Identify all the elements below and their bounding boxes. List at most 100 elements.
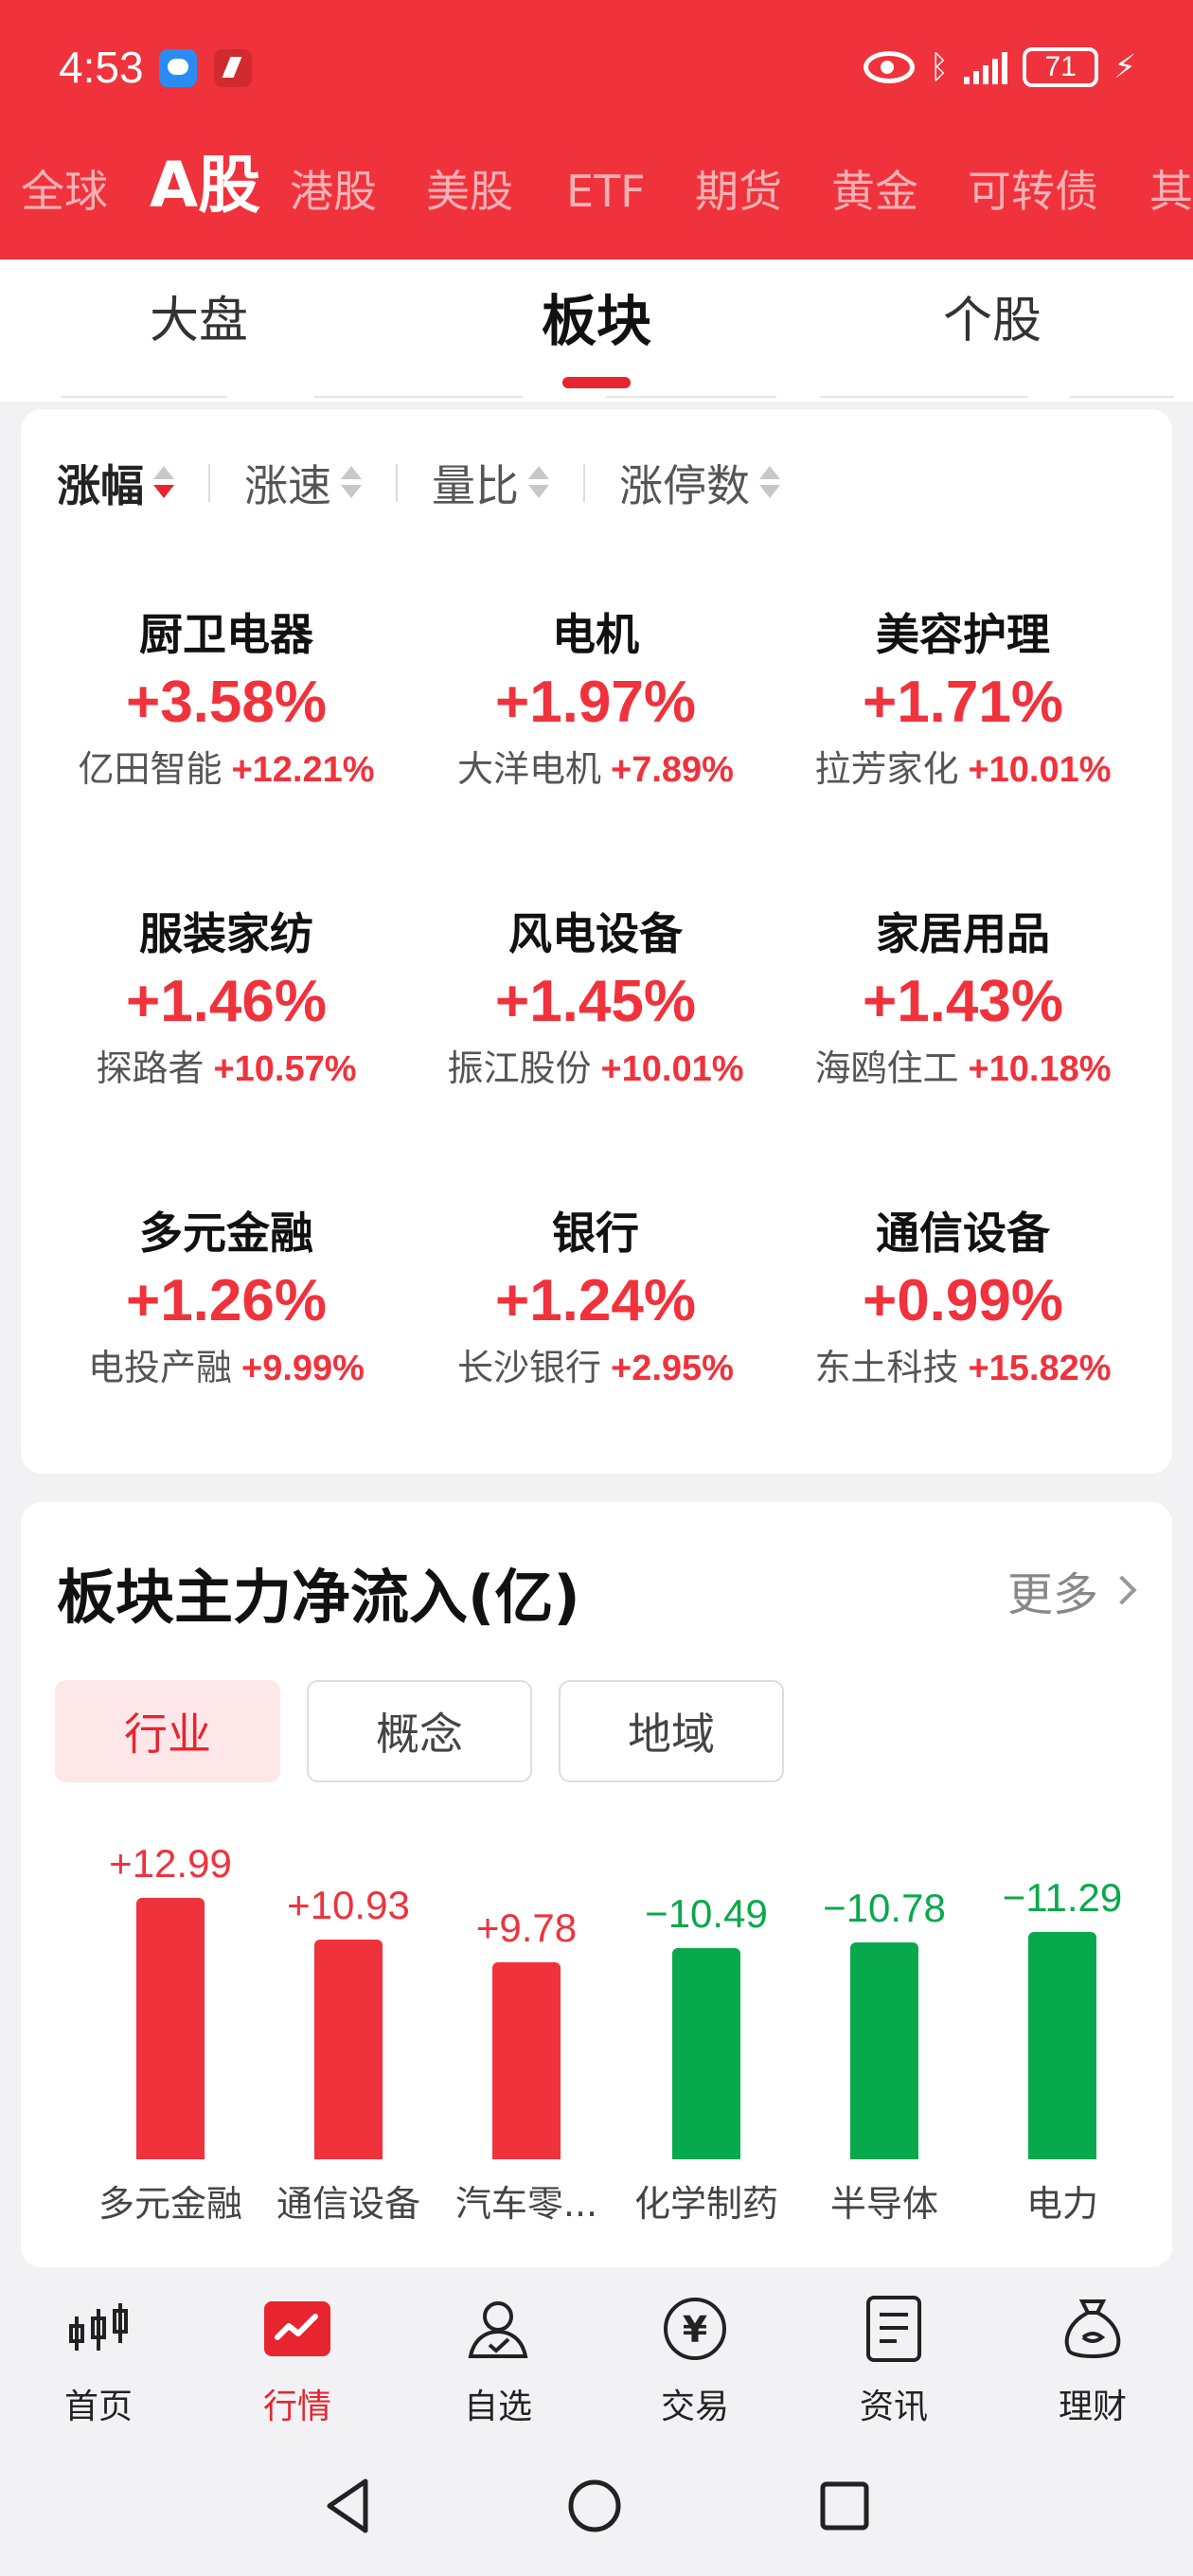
sector-item[interactable]: 美容护理 +1.71% 拉芳家化 +10.01%	[778, 606, 1148, 796]
sort-volume-ratio[interactable]: 量比	[432, 452, 549, 514]
sort-icon	[528, 462, 549, 504]
inflow-bar[interactable]	[314, 1939, 383, 2159]
home-icon[interactable]	[566, 2478, 623, 2534]
document-icon	[861, 2296, 927, 2362]
sort-limit-up[interactable]: 涨停数	[619, 452, 780, 514]
leader-change: +15.82%	[968, 1349, 1112, 1388]
sector-item[interactable]: 通信设备 +0.99% 东土科技 +15.82%	[778, 1205, 1148, 1395]
leader-name: 拉芳家化	[814, 748, 959, 790]
market-chart-icon	[264, 2296, 330, 2362]
inflow-bar[interactable]	[672, 1948, 740, 2159]
tab-global[interactable]: 全球	[21, 152, 108, 231]
leader-name: 亿田智能	[78, 748, 223, 790]
leader-change: +7.89%	[611, 750, 734, 790]
nav-trade[interactable]: ¥ 交易	[610, 2296, 780, 2428]
subtab-sectors[interactable]: 板块	[542, 277, 651, 356]
sector-item[interactable]: 电机 +1.97% 大洋电机 +7.89%	[411, 606, 780, 796]
sort-icon	[341, 462, 362, 504]
sector-change: +3.58%	[125, 670, 327, 735]
signal-icon	[964, 50, 1008, 84]
eye-icon	[863, 51, 915, 83]
subtab-stocks[interactable]: 个股	[943, 280, 1042, 351]
inflow-value-label: +10.93	[287, 1882, 410, 1927]
sector-item[interactable]: 多元金融 +1.26% 电投产融 +9.99%	[42, 1205, 411, 1395]
tab-other[interactable]: 其	[1149, 152, 1193, 231]
subtab-divider	[0, 396, 1193, 398]
nav-news[interactable]: 资讯	[809, 2296, 979, 2428]
system-nav-bar	[0, 2443, 1193, 2576]
sector-leader: 探路者 +10.57%	[42, 1042, 411, 1096]
net-inflow-chart: +12.99 多元金融 +10.93 通信设备 +9.78 汽车零... −10.49 化学制…	[21, 1502, 1172, 2267]
leader-change: +2.95%	[611, 1349, 734, 1388]
leader-name: 海鸥住工	[814, 1047, 959, 1089]
recents-icon[interactable]	[818, 2479, 871, 2532]
nav-watchlist[interactable]: 自选	[413, 2296, 583, 2428]
sector-change: +1.71%	[862, 670, 1063, 735]
tab-convertible[interactable]: 可转债	[968, 152, 1098, 231]
sector-change: +1.45%	[494, 969, 696, 1034]
leader-name: 电投产融	[88, 1347, 233, 1388]
battery-icon: 71	[1023, 47, 1099, 87]
user-check-icon	[465, 2296, 531, 2362]
sector-name: 通信设备	[876, 1208, 1050, 1259]
inflow-value-label: +9.78	[475, 1905, 578, 1951]
sector-item[interactable]: 厨卫电器 +3.58% 亿田智能 +12.21%	[42, 606, 411, 796]
svg-text:¥: ¥	[683, 2309, 707, 2351]
inflow-value-label: −10.78	[823, 1885, 946, 1930]
leader-name: 大洋电机	[457, 748, 602, 790]
status-indicators: ᛒ 71 ⚡	[863, 44, 1136, 91]
tab-etf[interactable]: ETF	[566, 152, 646, 231]
sector-leader: 拉芳家化 +10.01%	[778, 742, 1148, 796]
sector-item[interactable]: 家居用品 +1.43% 海鸥住工 +10.18%	[778, 905, 1148, 1096]
nav-label: 自选	[463, 2388, 532, 2426]
leader-change: +12.21%	[231, 750, 375, 790]
tab-gold[interactable]: 黄金	[831, 152, 918, 231]
sort-bar: 涨幅 涨速 量比 涨停数	[57, 455, 780, 511]
inflow-bar[interactable]	[1028, 1932, 1096, 2159]
leader-name: 探路者	[96, 1047, 205, 1089]
leader-change: +10.01%	[968, 750, 1112, 790]
inflow-category-label: 多元金融	[98, 2183, 242, 2225]
status-bar: 4:53 ᛒ 71 ⚡	[0, 0, 1193, 133]
back-icon[interactable]	[322, 2476, 379, 2536]
sector-change: +0.99%	[862, 1268, 1063, 1333]
tab-us[interactable]: 美股	[426, 152, 513, 231]
money-bag-icon	[1059, 2296, 1126, 2362]
yen-icon: ¥	[662, 2296, 728, 2362]
tab-a-share[interactable]: A股	[150, 152, 260, 225]
divider	[396, 464, 398, 502]
divider	[208, 464, 210, 502]
nav-wealth[interactable]: 理财	[1007, 2296, 1178, 2428]
nav-label: 交易	[660, 2388, 729, 2426]
sector-leader: 长沙银行 +2.95%	[411, 1341, 780, 1395]
inflow-bar[interactable]	[492, 1962, 561, 2159]
sector-name: 多元金融	[139, 1208, 313, 1259]
sector-change: +1.43%	[862, 969, 1063, 1034]
sort-change[interactable]: 涨幅	[57, 452, 174, 514]
nav-home[interactable]: 首页	[13, 2296, 184, 2428]
tab-hk[interactable]: 港股	[290, 152, 377, 231]
bluetooth-icon: ᛒ	[929, 48, 950, 86]
sector-name: 厨卫电器	[139, 609, 313, 660]
sort-speed[interactable]: 涨速	[244, 452, 362, 514]
inflow-category-label: 通信设备	[276, 2183, 420, 2225]
message-app-icon	[159, 49, 197, 87]
sector-name: 家居用品	[876, 908, 1050, 959]
sector-leader: 大洋电机 +7.89%	[411, 742, 780, 796]
sector-item[interactable]: 风电设备 +1.45% 振江股份 +10.01%	[411, 905, 780, 1096]
leader-name: 东土科技	[814, 1347, 959, 1388]
inflow-category-label: 汽车零...	[454, 2183, 598, 2225]
inflow-bar[interactable]	[850, 1941, 918, 2159]
sector-item[interactable]: 银行 +1.24% 长沙银行 +2.95%	[411, 1205, 780, 1395]
leader-name: 振江股份	[447, 1047, 592, 1089]
subtab-overview[interactable]: 大盘	[150, 280, 248, 351]
sector-change: +1.46%	[125, 969, 327, 1034]
nav-market[interactable]: 行情	[212, 2296, 383, 2428]
sector-leader: 东土科技 +15.82%	[778, 1341, 1148, 1395]
inflow-bar[interactable]	[136, 1898, 205, 2159]
nav-label: 行情	[262, 2388, 331, 2426]
sector-change: +1.26%	[125, 1268, 327, 1333]
nav-label: 理财	[1058, 2388, 1127, 2426]
sector-item[interactable]: 服装家纺 +1.46% 探路者 +10.57%	[42, 905, 411, 1096]
tab-futures[interactable]: 期货	[695, 152, 782, 231]
